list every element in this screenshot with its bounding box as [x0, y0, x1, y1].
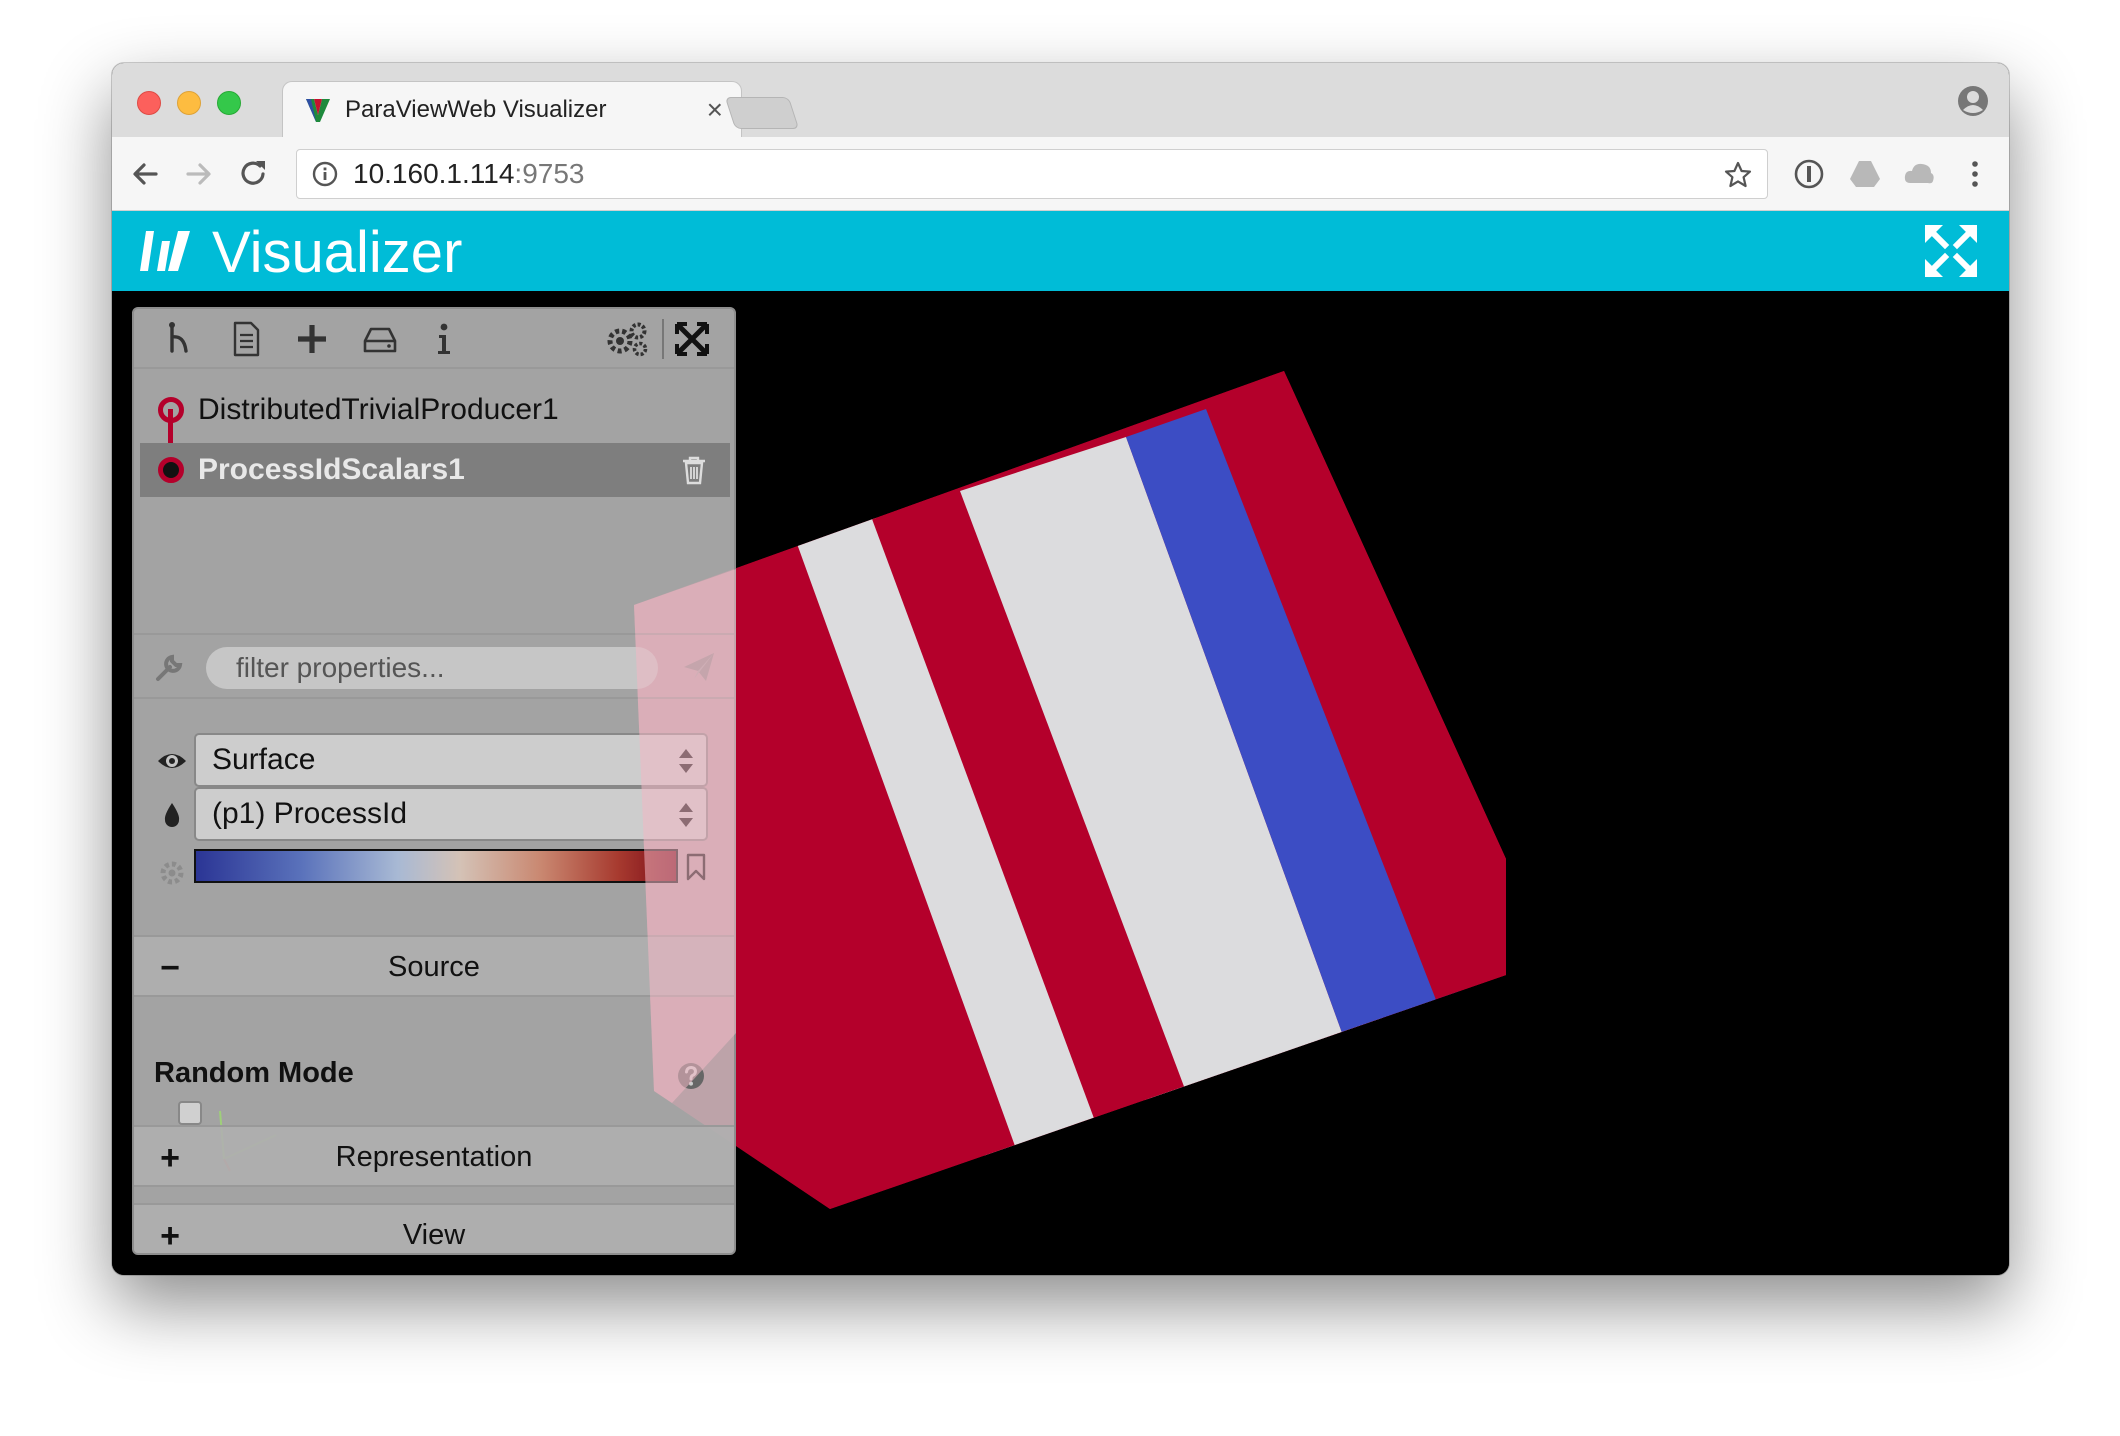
address-bar[interactable]: 10.160.1.114:9753	[296, 149, 1768, 199]
site-info-icon[interactable]	[311, 160, 339, 188]
minimize-window-button[interactable]	[177, 91, 201, 115]
tab-strip: ParaViewWeb Visualizer ×	[112, 63, 2009, 137]
profile-icon[interactable]	[1957, 85, 1989, 117]
tab-close-icon[interactable]: ×	[707, 94, 723, 126]
app-title: Visualizer	[212, 220, 463, 285]
password-manager-icon[interactable]	[1792, 157, 1826, 191]
drive-extension-icon[interactable]	[1848, 157, 1882, 191]
browser-toolbar: 10.160.1.114:9753	[112, 137, 2009, 211]
surface-translucent-face	[634, 569, 736, 1103]
fullscreen-icon[interactable]	[1923, 223, 1979, 279]
app-header: Visualizer	[112, 211, 2009, 291]
forward-arrow-icon[interactable]	[182, 157, 216, 191]
close-window-button[interactable]	[137, 91, 161, 115]
bookmark-star-icon[interactable]	[1723, 160, 1753, 190]
zoom-window-button[interactable]	[217, 91, 241, 115]
back-arrow-icon[interactable]	[128, 157, 162, 191]
url-text[interactable]: 10.160.1.114:9753	[353, 158, 585, 190]
tab-title: ParaViewWeb Visualizer	[345, 95, 607, 123]
render-viewport[interactable]: DistributedTrivialProducer1 ProcessIdSca…	[112, 291, 2009, 1275]
menu-kebab-icon[interactable]	[1958, 157, 1992, 191]
browser-tab[interactable]: ParaViewWeb Visualizer ×	[282, 81, 742, 137]
visualizer-logo-icon	[140, 231, 190, 271]
new-tab-button[interactable]	[724, 97, 800, 129]
cloud-extension-icon[interactable]	[1902, 157, 1936, 191]
paraview-favicon-icon	[306, 98, 330, 122]
browser-window: ParaViewWeb Visualizer × 10.160.1.114:97…	[112, 63, 2009, 1275]
reload-icon[interactable]	[236, 157, 270, 191]
